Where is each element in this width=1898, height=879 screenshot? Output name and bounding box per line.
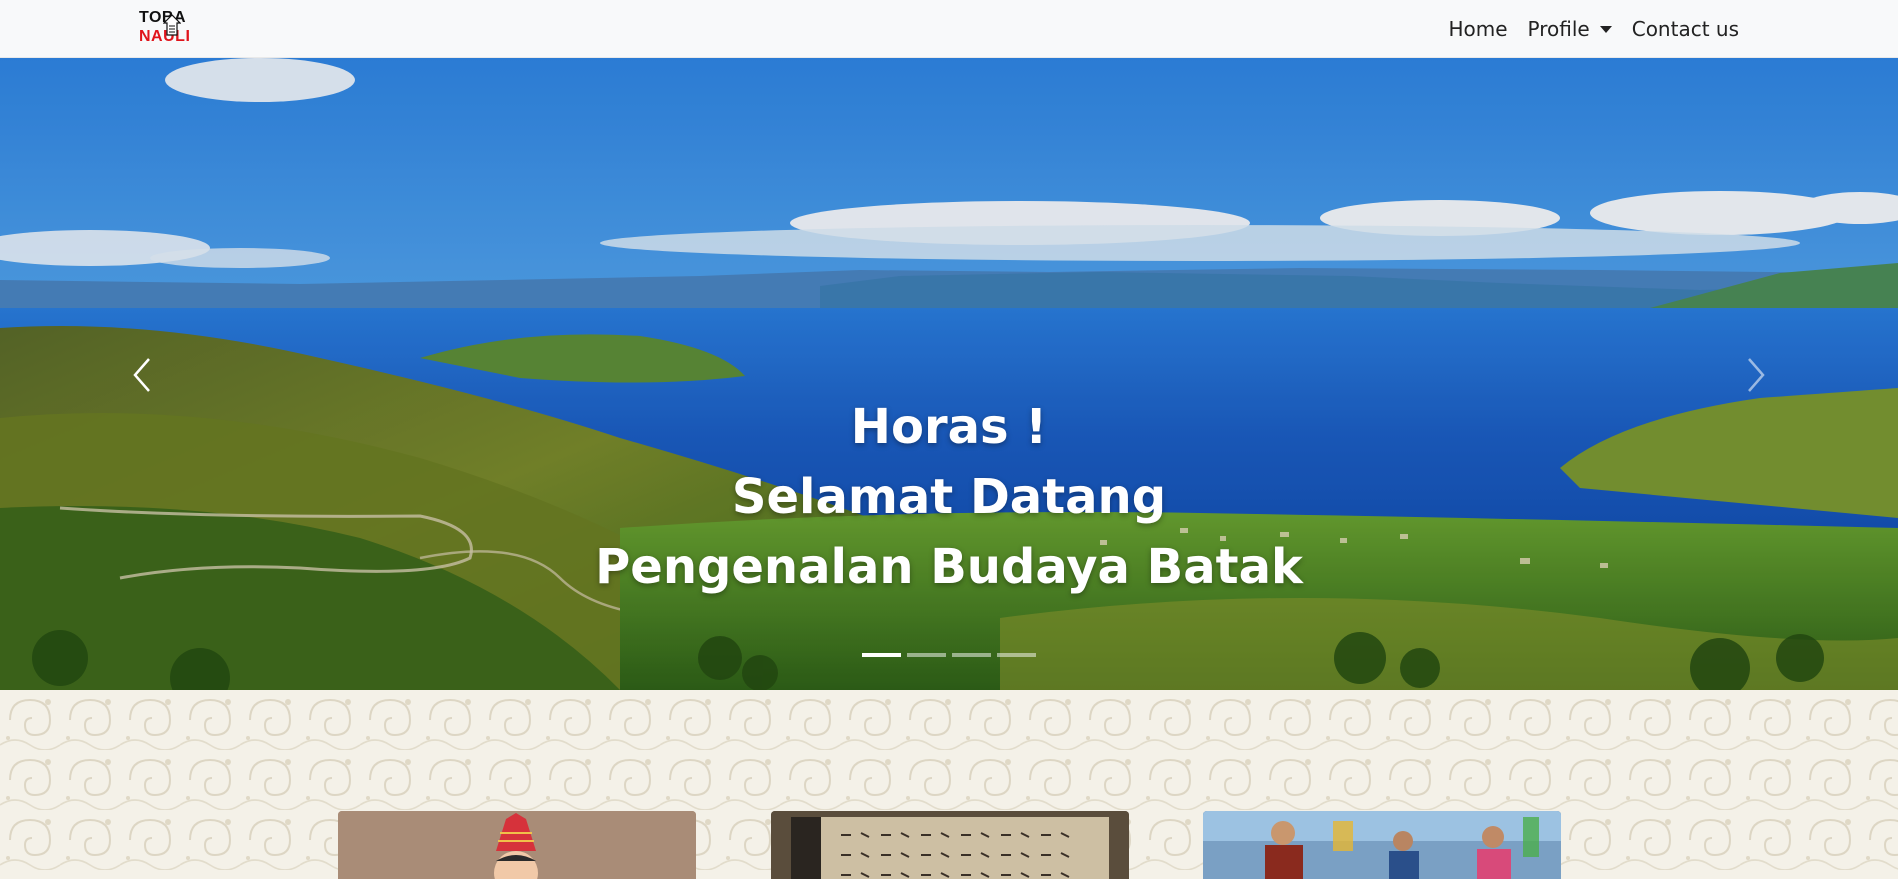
carousel-prev-button[interactable]	[112, 330, 172, 420]
carousel-indicator-2[interactable]	[907, 653, 946, 657]
culture-card-costume[interactable]	[338, 811, 696, 879]
brand-logo[interactable]: TOBA NAULI	[139, 8, 203, 50]
carousel-indicators	[0, 653, 1898, 657]
nav-profile-label: Profile	[1527, 17, 1590, 41]
nav-contact-label: Contact us	[1631, 17, 1739, 41]
carousel-next-button[interactable]	[1726, 330, 1786, 420]
batik-pattern-section	[0, 690, 1898, 879]
culture-card-manuscript[interactable]	[771, 811, 1129, 879]
hero-caption-line-2: Selamat Datang	[731, 469, 1167, 525]
hero-carousel: Horas ! Selamat Datang Pengenalan Budaya…	[0, 58, 1898, 690]
rumah-adat-icon	[163, 14, 181, 36]
hero-caption-line-3: Pengenalan Budaya Batak	[595, 539, 1303, 595]
nav-links: Home Profile Contact us	[1438, 0, 1749, 58]
hero-caption: Horas ! Selamat Datang Pengenalan Budaya…	[0, 392, 1898, 602]
hero-caption-line-1: Horas !	[850, 399, 1048, 455]
chevron-right-icon	[1748, 358, 1765, 392]
festival-crowd-image	[1203, 811, 1561, 879]
nav-contact[interactable]: Contact us	[1622, 17, 1749, 41]
caret-down-icon	[1599, 25, 1612, 33]
pustaha-manuscript-image	[771, 811, 1129, 879]
nav-home-label: Home	[1448, 17, 1508, 41]
culture-card-festival[interactable]	[1203, 811, 1561, 879]
top-navbar: TOBA NAULI Home Profile Contact us	[0, 0, 1898, 58]
nav-home[interactable]: Home	[1438, 17, 1517, 41]
batak-figure-illustration	[338, 811, 696, 879]
nav-profile-dropdown[interactable]: Profile	[1518, 17, 1622, 41]
carousel-indicator-1[interactable]	[862, 653, 901, 657]
chevron-left-icon	[133, 358, 150, 392]
carousel-indicator-3[interactable]	[952, 653, 991, 657]
carousel-indicator-4[interactable]	[997, 653, 1036, 657]
